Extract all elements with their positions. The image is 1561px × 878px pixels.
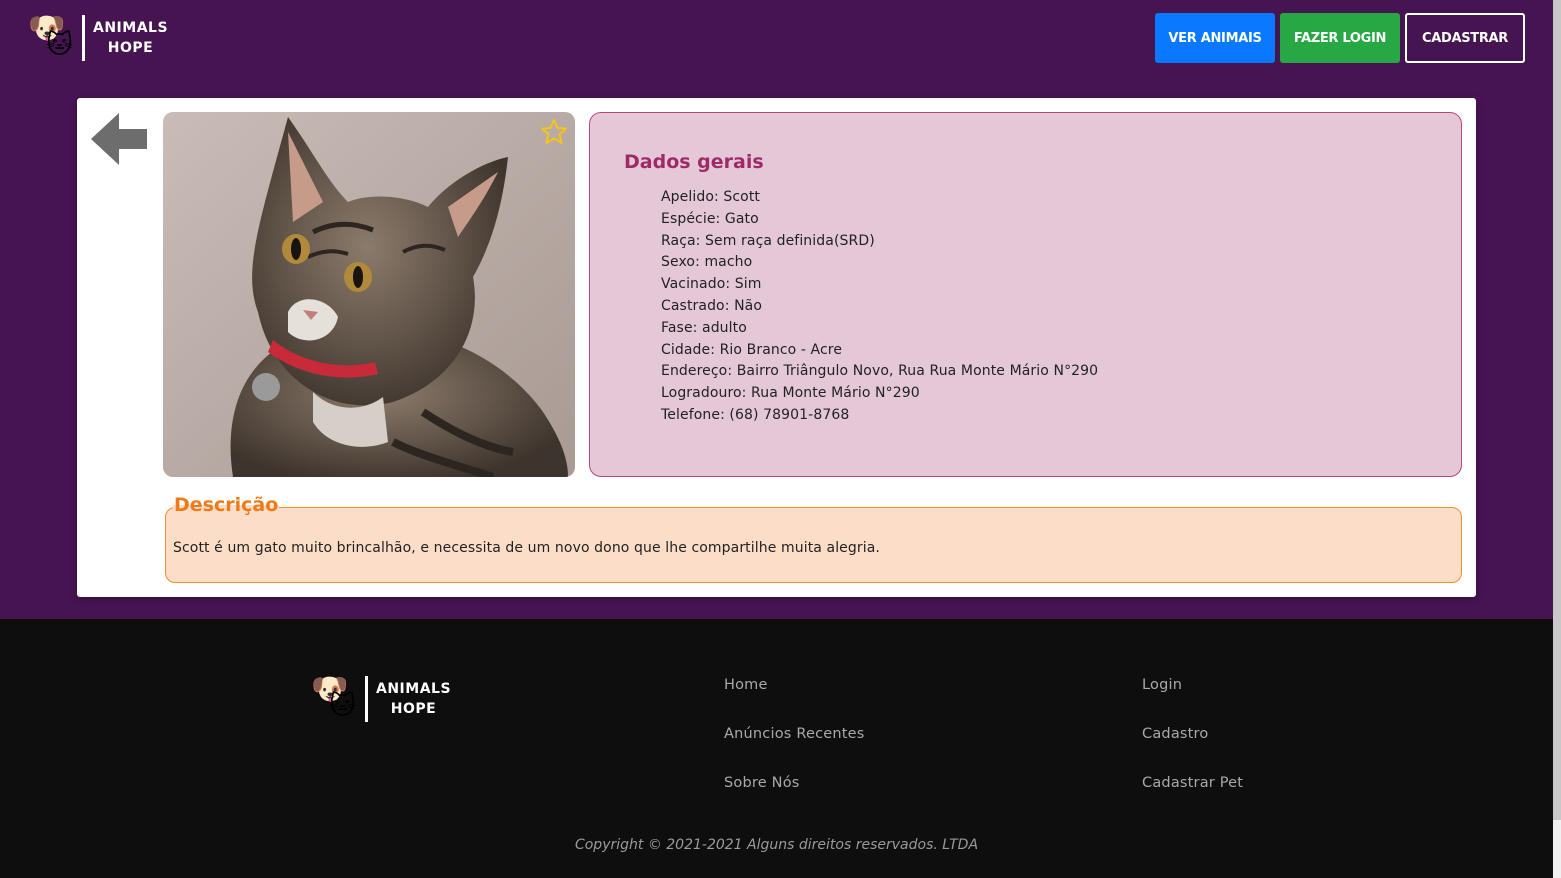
brand-name: ANIMALS HOPE [93, 18, 168, 58]
copyright-text: Copyright © 2021-2021 Alguns direitos re… [574, 837, 979, 853]
pets-logo-icon: 🐶 🐱 [311, 675, 361, 723]
description-panel: Descrição Scott é um gato muito brincalh… [165, 494, 1462, 583]
footer-brand-logo[interactable]: 🐶 🐱 ANIMALS HOPE [311, 675, 451, 723]
description-text: Scott é um gato muito brincalhão, e nece… [173, 540, 880, 556]
footer-link-recent-ads[interactable]: Anúncios Recentes [724, 724, 865, 744]
detail-sexo: Sexo: macho [661, 254, 753, 271]
logo-divider [82, 15, 85, 61]
scrollbar-thumb[interactable] [1553, 0, 1561, 820]
detail-castrado: Castrado: Não [661, 297, 763, 314]
detail-endereco: Endereço: Bairro Triângulo Novo, Rua Rua… [661, 363, 1099, 380]
cadastrar-button[interactable]: CADASTRAR [1405, 13, 1525, 63]
pet-detail-card: Dados gerais Apelido: Scott Espécie: Gat… [77, 98, 1476, 597]
detail-cidade: Cidade: Rio Branco - Acre [661, 341, 843, 358]
nav-buttons: VER ANIMAIS FAZER LOGIN CADASTRAR [1155, 13, 1525, 63]
footer-brand-name: ANIMALS HOPE [376, 679, 451, 719]
footer-link-home[interactable]: Home [724, 675, 865, 695]
fazer-login-button[interactable]: FAZER LOGIN [1280, 13, 1400, 63]
cat-face-icon: 🐱 [329, 691, 357, 721]
star-outline-icon[interactable] [539, 117, 569, 147]
general-info-panel: Dados gerais Apelido: Scott Espécie: Gat… [589, 112, 1462, 477]
brand-line2: HOPE [107, 40, 154, 56]
footer-links-account: Login Cadastro Cadastrar Pet [1142, 675, 1243, 822]
general-info-title: Dados gerais [624, 151, 764, 173]
detail-apelido: Apelido: Scott [661, 189, 761, 205]
page-scrollbar[interactable] [1553, 0, 1561, 878]
detail-especie: Espécie: Gato [661, 210, 759, 227]
pet-details-list: Apelido: Scott Espécie: Gato Raça: Sem r… [661, 187, 1098, 427]
arrow-left-icon[interactable] [89, 110, 151, 172]
brand-line1: ANIMALS [376, 681, 452, 697]
top-navbar: 🐶 🐱 ANIMALS HOPE VER ANIMAIS FAZER LOGIN… [0, 0, 1553, 76]
detail-raca: Raça: Sem raça definida(SRD) [661, 232, 875, 249]
brand-logo[interactable]: 🐶 🐱 ANIMALS HOPE [28, 14, 168, 62]
detail-fase: Fase: adulto [661, 319, 747, 336]
footer-link-register[interactable]: Cadastro [1142, 724, 1243, 744]
ver-animais-button[interactable]: VER ANIMAIS [1155, 13, 1275, 63]
brand-line2: HOPE [390, 701, 437, 717]
brand-line1: ANIMALS [93, 20, 169, 36]
detail-telefone: Telefone: (68) 78901-8768 [661, 406, 850, 423]
footer-link-login[interactable]: Login [1142, 675, 1243, 695]
pets-logo-icon: 🐶 🐱 [28, 14, 78, 62]
description-title: Descrição [173, 494, 280, 516]
pet-photo [163, 112, 575, 477]
logo-divider [365, 676, 368, 722]
footer-link-about[interactable]: Sobre Nós [724, 773, 865, 793]
footer-links-main: Home Anúncios Recentes Sobre Nós [724, 675, 865, 822]
footer: 🐶 🐱 ANIMALS HOPE Home Anúncios Recentes … [0, 619, 1553, 878]
detail-logradouro: Logradouro: Rua Monte Mário N°290 [661, 385, 920, 402]
detail-vacinado: Vacinado: Sim [661, 276, 762, 293]
footer-link-register-pet[interactable]: Cadastrar Pet [1142, 773, 1243, 793]
cat-face-icon: 🐱 [46, 30, 74, 60]
